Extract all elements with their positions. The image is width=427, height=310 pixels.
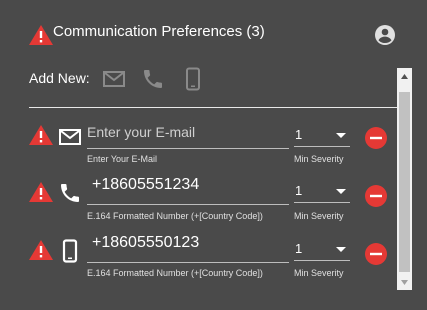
min-severity-select[interactable]: 1 [294, 180, 350, 203]
min-severity-select[interactable]: 1 [294, 124, 350, 147]
panel-title: Communication Preferences (3) [53, 23, 265, 40]
email-helper-text: Enter Your E-Mail [87, 154, 158, 164]
mobile-number-input[interactable]: +18605550123 [87, 234, 289, 263]
min-severity-value: 1 [295, 183, 303, 198]
email-input[interactable]: Enter your E-mail [87, 124, 289, 149]
add-new-label: Add New: [29, 70, 90, 86]
preference-row-mobile: +18605550123 E.164 Formatted Number (+[C… [0, 234, 397, 292]
warning-icon [29, 25, 53, 45]
mobile-helper-text: E.164 Formatted Number (+[Country Code]) [87, 268, 263, 278]
warning-icon [29, 240, 53, 260]
min-severity-value: 1 [295, 241, 303, 256]
account-circle-icon[interactable] [373, 23, 397, 47]
scrollbar[interactable] [397, 68, 412, 290]
dropdown-caret-icon [336, 189, 346, 194]
add-mobile-icon[interactable] [181, 67, 205, 91]
mobile-icon [62, 239, 78, 263]
email-icon [59, 129, 81, 145]
min-severity-select[interactable]: 1 [294, 238, 350, 261]
remove-circle-icon[interactable] [364, 242, 388, 266]
add-phone-icon[interactable] [141, 67, 165, 91]
mobile-number-value: +18605550123 [92, 234, 200, 251]
phone-helper-text: E.164 Formatted Number (+[Country Code]) [87, 211, 263, 221]
divider [29, 107, 397, 108]
scroll-down-arrow-icon[interactable] [397, 274, 412, 290]
min-severity-label: Min Severity [294, 268, 344, 278]
min-severity-label: Min Severity [294, 154, 344, 164]
preference-row-phone: +18605551234 E.164 Formatted Number (+[C… [0, 176, 397, 234]
warning-icon [29, 182, 53, 202]
communication-preferences-panel: Communication Preferences (3) Add New: E… [0, 0, 427, 310]
phone-number-input[interactable]: +18605551234 [87, 176, 289, 205]
dropdown-caret-icon [336, 133, 346, 138]
phone-icon [61, 184, 79, 202]
min-severity-label: Min Severity [294, 211, 344, 221]
email-input-placeholder: Enter your E-mail [87, 124, 196, 140]
remove-circle-icon[interactable] [364, 184, 388, 208]
remove-circle-icon[interactable] [364, 126, 388, 150]
warning-icon [29, 125, 53, 145]
phone-number-value: +18605551234 [92, 176, 200, 193]
add-email-icon[interactable] [102, 67, 126, 91]
min-severity-value: 1 [295, 127, 303, 142]
scroll-up-arrow-icon[interactable] [397, 68, 412, 84]
preference-row-email: Enter your E-mail Enter Your E-Mail 1 Mi… [0, 118, 397, 176]
dropdown-caret-icon [336, 247, 346, 252]
scrollbar-thumb[interactable] [399, 92, 410, 272]
